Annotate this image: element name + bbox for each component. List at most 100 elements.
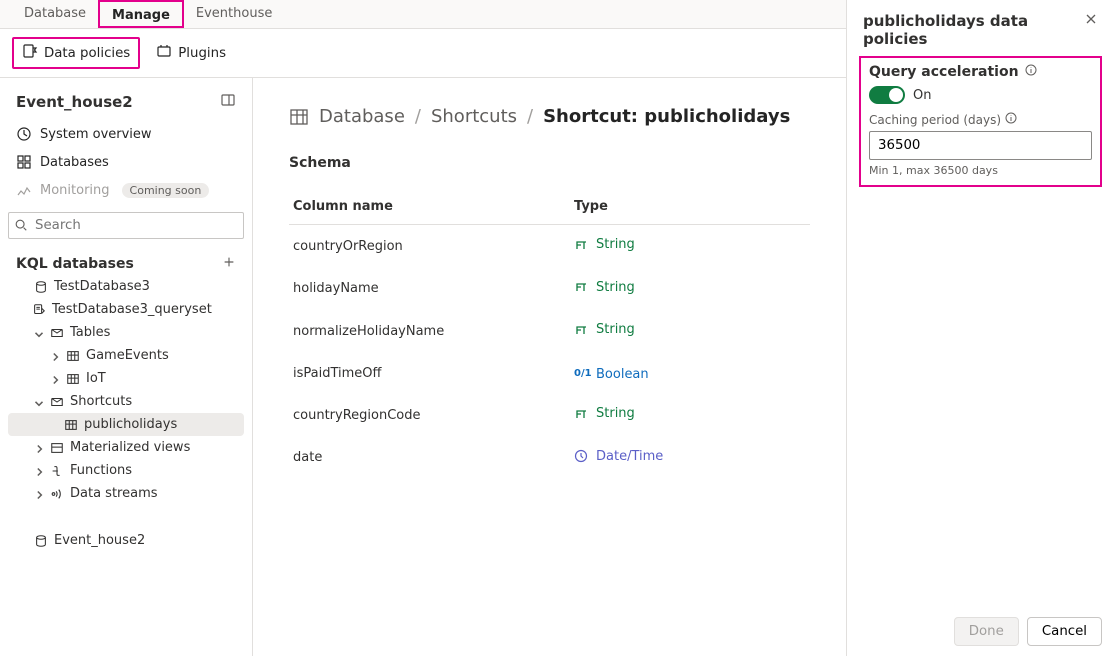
type-icon	[574, 238, 588, 252]
type-icon	[574, 280, 588, 294]
toggle-state-label: On	[913, 88, 931, 103]
tree-data-streams[interactable]: Data streams	[8, 482, 244, 505]
tree-label: Materialized views	[70, 440, 190, 455]
column-type: 0/1Boolean	[574, 367, 649, 382]
column-name: date	[289, 437, 570, 480]
tree-database[interactable]: TestDatabase3	[8, 275, 244, 298]
column-name: normalizeHolidayName	[289, 310, 570, 353]
chevron-down-icon	[32, 396, 44, 408]
tree-materialized-views[interactable]: Materialized views	[8, 436, 244, 459]
column-type: String	[574, 406, 635, 421]
plugins-icon	[156, 43, 172, 63]
tree-eventhouse-footer[interactable]: Event_house2	[8, 529, 244, 552]
type-icon	[574, 407, 588, 421]
sidebar: Event_house2 System overview Databases M…	[0, 78, 253, 656]
kql-databases-title: KQL databases	[16, 256, 134, 272]
table-row: countryOrRegion String	[289, 225, 810, 268]
tree-table-gameevents[interactable]: GameEvents	[8, 344, 244, 367]
close-button[interactable]	[1084, 12, 1098, 30]
panel-title: publicholidays data policies	[863, 12, 1084, 48]
tree-label: TestDatabase3	[54, 279, 150, 294]
type-icon	[574, 449, 588, 463]
sidebar-item-label: Databases	[40, 155, 109, 170]
tree-label: Functions	[70, 463, 132, 478]
tab-manage[interactable]: Manage	[98, 0, 184, 28]
chevron-right-icon	[32, 488, 44, 500]
query-acceleration-toggle[interactable]	[869, 86, 905, 104]
done-button: Done	[954, 617, 1019, 646]
table-row: countryRegionCode String	[289, 394, 810, 437]
cancel-button[interactable]: Cancel	[1027, 617, 1102, 646]
plugins-label: Plugins	[178, 46, 226, 61]
col-header-name: Column name	[289, 189, 570, 225]
crumb-database[interactable]: Database	[319, 106, 405, 127]
sidebar-item-databases[interactable]: Databases	[8, 148, 244, 176]
chevron-right-icon	[48, 373, 60, 385]
schema-heading: Schema	[289, 155, 810, 171]
col-header-type: Type	[570, 189, 810, 225]
tree-label: TestDatabase3_queryset	[52, 302, 212, 317]
sidebar-item-label: System overview	[40, 127, 152, 142]
sidebar-item-monitoring: Monitoring Coming soon	[8, 176, 244, 204]
data-policies-button[interactable]: Data policies	[12, 37, 140, 69]
search-input[interactable]	[8, 212, 244, 239]
tree-label: publicholidays	[84, 417, 177, 432]
type-icon	[574, 323, 588, 337]
tree-label: Shortcuts	[70, 394, 132, 409]
crumb-current: Shortcut: publicholidays	[543, 106, 790, 127]
table-row: date Date/Time	[289, 437, 810, 480]
caching-period-input[interactable]	[869, 131, 1092, 160]
add-database-icon[interactable]	[222, 255, 236, 273]
tab-eventhouse[interactable]: Eventhouse	[184, 0, 284, 28]
crumb-shortcuts[interactable]: Shortcuts	[431, 106, 517, 127]
main-content: Database / Shortcuts / Shortcut: publich…	[253, 78, 846, 656]
top-tabs: Database Manage Eventhouse	[0, 0, 846, 29]
breadcrumb: Database / Shortcuts / Shortcut: publich…	[289, 106, 810, 127]
tree-tables[interactable]: Tables	[8, 321, 244, 344]
column-name: countryRegionCode	[289, 394, 570, 437]
column-type: String	[574, 237, 635, 252]
caching-period-hint: Min 1, max 36500 days	[869, 164, 1092, 177]
table-row: normalizeHolidayName String	[289, 310, 810, 353]
coming-soon-badge: Coming soon	[122, 183, 210, 198]
table-row: holidayName String	[289, 268, 810, 311]
caching-period-label: Caching period (days)	[869, 113, 1001, 127]
sidebar-item-label: Monitoring	[40, 183, 110, 198]
toolbar: Data policies Plugins	[0, 29, 846, 78]
tree-shortcut-publicholidays[interactable]: publicholidays	[8, 413, 244, 436]
tree-label: IoT	[86, 371, 106, 386]
chevron-down-icon	[32, 327, 44, 339]
info-icon[interactable]	[1025, 64, 1037, 80]
data-policies-panel: publicholidays data policies Query accel…	[846, 0, 1114, 656]
tree-table-iot[interactable]: IoT	[8, 367, 244, 390]
tree-shortcuts[interactable]: Shortcuts	[8, 390, 244, 413]
chevron-right-icon	[32, 465, 44, 477]
data-policies-label: Data policies	[44, 46, 130, 61]
close-icon	[1084, 12, 1098, 26]
tree-queryset[interactable]: TestDatabase3_queryset	[8, 298, 244, 321]
sidebar-item-system-overview[interactable]: System overview	[8, 120, 244, 148]
tree-functions[interactable]: Functions	[8, 459, 244, 482]
info-icon[interactable]	[1005, 112, 1017, 127]
data-policies-icon	[22, 43, 38, 63]
tree-label: Data streams	[70, 486, 158, 501]
plugins-button[interactable]: Plugins	[148, 39, 234, 67]
column-type: String	[574, 280, 635, 295]
column-type: String	[574, 322, 635, 337]
chevron-right-icon	[32, 442, 44, 454]
type-icon: 0/1	[574, 368, 588, 382]
search-icon	[14, 218, 28, 232]
tree-label: Event_house2	[54, 533, 145, 548]
query-acceleration-label: Query acceleration	[869, 64, 1019, 80]
column-name: holidayName	[289, 268, 570, 311]
tab-database[interactable]: Database	[12, 0, 98, 28]
chevron-right-icon	[48, 350, 60, 362]
table-icon	[289, 107, 309, 127]
schema-table: Column name Type countryOrRegionStringho…	[289, 189, 810, 479]
column-type: Date/Time	[574, 449, 663, 464]
collapse-icon[interactable]	[220, 92, 236, 112]
table-row: isPaidTimeOff 0/1Boolean	[289, 353, 810, 395]
tree-label: Tables	[70, 325, 110, 340]
column-name: isPaidTimeOff	[289, 353, 570, 395]
column-name: countryOrRegion	[289, 225, 570, 268]
